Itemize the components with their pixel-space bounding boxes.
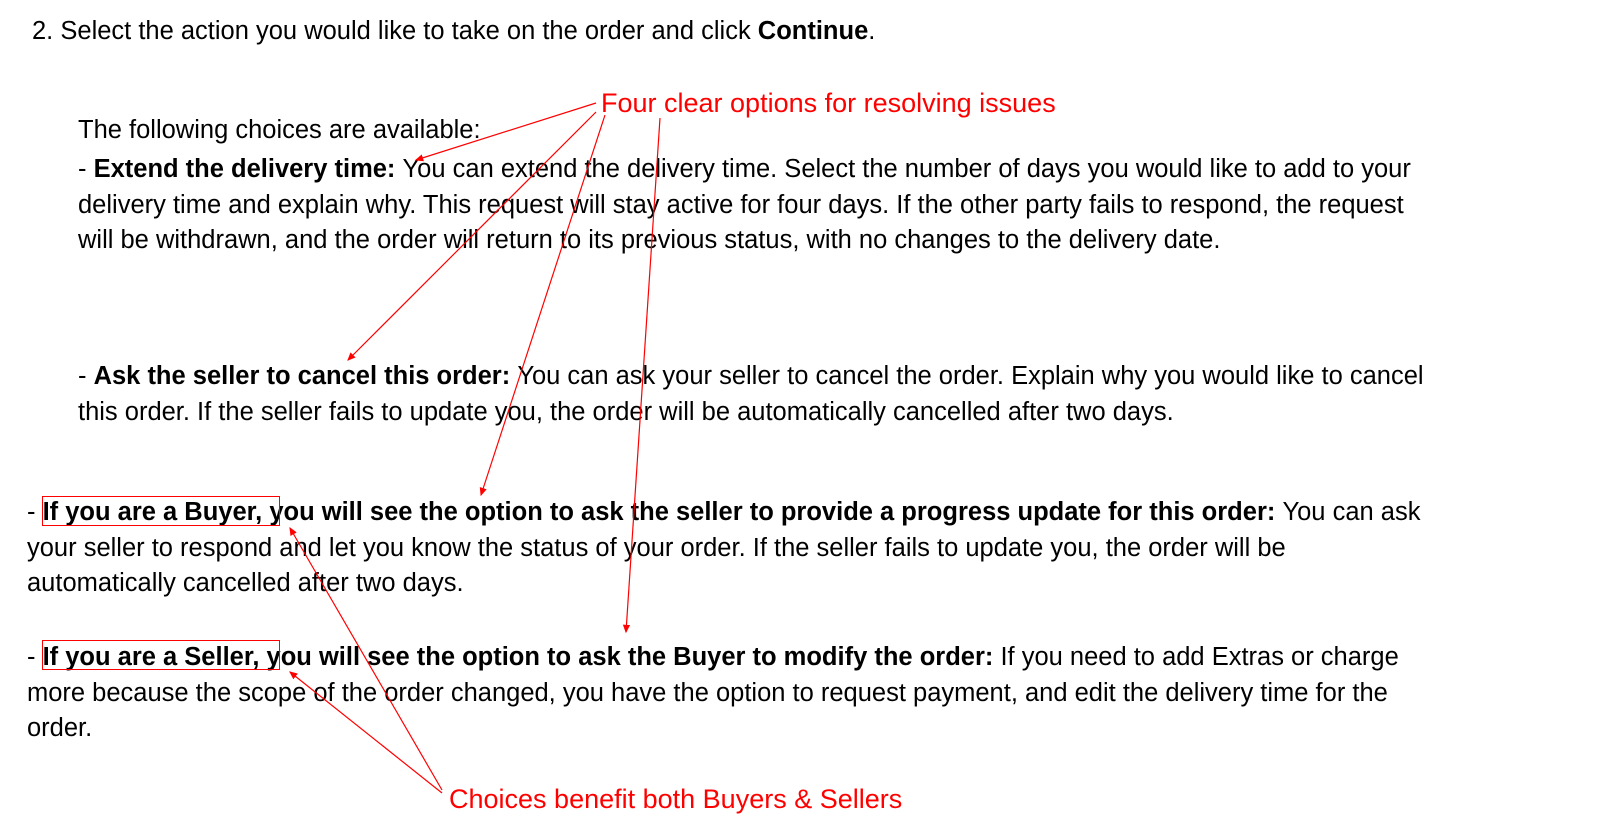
option-label: Extend the delivery time: — [94, 155, 403, 183]
step-line: 2. Select the action you would like to t… — [32, 14, 1472, 50]
dash: - — [27, 643, 43, 671]
step-number: 2. — [32, 17, 53, 45]
document-page: 2. Select the action you would like to t… — [0, 0, 1600, 830]
dash: - — [78, 155, 94, 183]
annotation-benefit-both: Choices benefit both Buyers & Sellers — [449, 781, 902, 819]
step-intro-c: . — [868, 17, 875, 45]
dash: - — [78, 362, 94, 390]
option-extend-delivery: - Extend the delivery time: You can exte… — [78, 152, 1428, 259]
dash: - — [27, 498, 43, 526]
step-intro-a: Select the action you would like to take… — [60, 17, 757, 45]
option-label: Ask the seller to cancel this order: — [94, 362, 518, 390]
highlight-box-buyer — [42, 496, 280, 526]
highlight-box-seller — [42, 640, 280, 670]
annotation-four-options: Four clear options for resolving issues — [601, 85, 1056, 123]
option-cancel-order: - Ask the seller to cancel this order: Y… — [78, 359, 1428, 430]
continue-word: Continue — [758, 17, 868, 45]
